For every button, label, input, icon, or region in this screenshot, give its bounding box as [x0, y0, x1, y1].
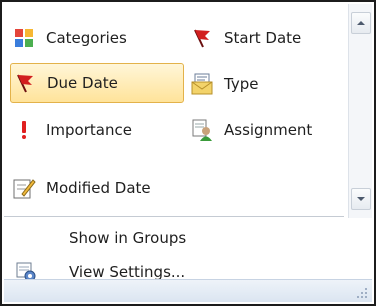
arrange-item-modified-date[interactable]: Modified Date — [12, 168, 202, 208]
due-date-flag-icon — [13, 71, 37, 95]
modified-date-icon — [12, 176, 36, 200]
show-in-groups-menu-item[interactable]: Show in Groups — [2, 221, 374, 255]
arrange-item-categories[interactable]: Categories — [12, 18, 182, 58]
scroll-up-button[interactable] — [351, 12, 371, 34]
start-date-flag-icon — [190, 26, 214, 50]
chevron-down-icon — [357, 197, 365, 201]
resize-grip-icon[interactable] — [356, 287, 368, 299]
arrange-item-type[interactable]: Type — [190, 64, 340, 104]
arrange-item-label: Modified Date — [46, 179, 151, 197]
arrange-item-label: Start Date — [224, 29, 302, 47]
arrange-item-start-date[interactable]: Start Date — [190, 18, 340, 58]
arrange-item-importance[interactable]: Importance — [12, 110, 182, 150]
arrange-item-label: Type — [224, 75, 259, 93]
arrange-item-label: Assignment — [224, 121, 313, 139]
arrange-item-label: Due Date — [47, 74, 118, 92]
resize-bar — [4, 279, 372, 302]
arrange-item-label: Categories — [46, 29, 127, 47]
arrange-item-label: Importance — [46, 121, 132, 139]
show-in-groups-label: Show in Groups — [69, 229, 187, 247]
categories-icon — [12, 26, 36, 50]
chevron-up-icon — [357, 21, 365, 25]
arrange-by-menu: Categories Start Date Due Date Type Impo… — [0, 0, 376, 306]
importance-exclamation-icon — [12, 118, 36, 142]
scroll-down-button[interactable] — [351, 188, 371, 210]
type-envelope-icon — [190, 72, 214, 96]
arrange-item-assignment[interactable]: Assignment — [190, 110, 340, 150]
assignment-icon — [190, 118, 214, 142]
gallery-scrollbar[interactable] — [348, 4, 372, 218]
menu-divider — [4, 216, 344, 217]
arrange-item-due-date[interactable]: Due Date — [10, 63, 184, 103]
